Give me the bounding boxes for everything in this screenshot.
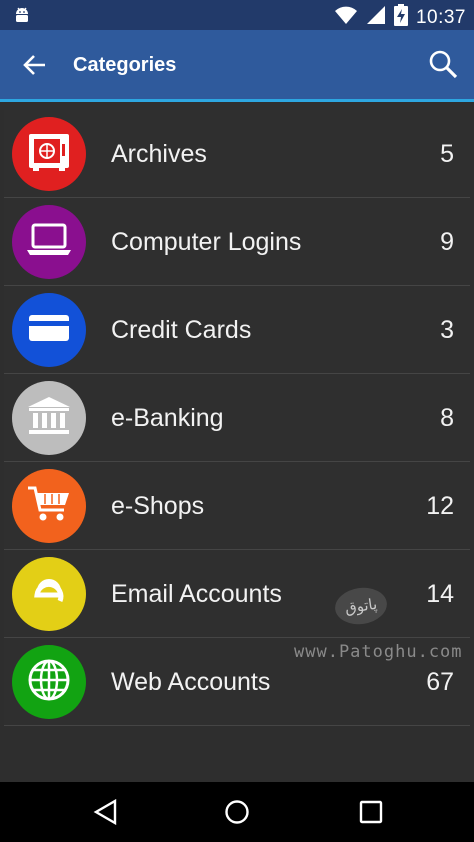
status-bar: 10:37 [0, 0, 474, 30]
android-icon [12, 5, 32, 30]
laptop-icon [26, 223, 72, 262]
credit-card-icon [28, 313, 70, 348]
category-icon-circle [12, 645, 86, 719]
category-row-archives[interactable]: Archives 5 [4, 110, 470, 198]
signal-icon [366, 5, 386, 30]
category-row-credit-cards[interactable]: Credit Cards 3 [4, 286, 470, 374]
back-triangle-icon[interactable] [93, 798, 119, 830]
category-icon-circle [12, 469, 86, 543]
system-nav-bar [0, 782, 474, 842]
category-icon-circle [12, 117, 86, 191]
category-row-e-banking[interactable]: e-Banking 8 [4, 374, 470, 462]
category-count: 14 [426, 580, 454, 608]
category-label: e-Shops [111, 492, 205, 520]
category-row-e-shops[interactable]: e-Shops 12 [4, 462, 470, 550]
safe-icon [27, 132, 71, 177]
bank-icon [27, 396, 71, 441]
category-label: Archives [111, 140, 207, 168]
category-count: 3 [440, 316, 454, 344]
category-list: Archives 5 Computer Logins 9 Credit Card… [0, 110, 474, 726]
wifi-icon [334, 5, 358, 30]
category-row-email-accounts[interactable]: Email Accounts 14 [4, 550, 470, 638]
category-label: Computer Logins [111, 228, 302, 256]
page-title: Categories [73, 54, 177, 76]
app-bar: Categories [0, 30, 474, 102]
category-icon-circle [12, 557, 86, 631]
arrow-left-icon[interactable] [22, 52, 48, 83]
category-count: 8 [440, 404, 454, 432]
battery-charging-icon [393, 4, 408, 31]
recents-square-icon[interactable] [358, 799, 384, 830]
category-icon-circle [12, 381, 86, 455]
category-icon-circle [12, 205, 86, 279]
shopping-cart-icon [27, 484, 71, 529]
category-count: 12 [426, 492, 454, 520]
home-circle-icon[interactable] [224, 799, 250, 830]
category-icon-circle [12, 293, 86, 367]
watermark-text: www.Patoghu.com [294, 642, 463, 662]
globe-icon [27, 658, 71, 707]
category-row-computer-logins[interactable]: Computer Logins 9 [4, 198, 470, 286]
category-label: Credit Cards [111, 316, 252, 344]
category-count: 5 [440, 140, 454, 168]
status-time: 10:37 [415, 6, 466, 28]
category-label: Web Accounts [111, 668, 271, 696]
search-icon[interactable] [428, 49, 458, 84]
email-e-icon [27, 570, 71, 619]
category-count: 67 [426, 668, 454, 696]
category-label: Email Accounts [111, 580, 282, 608]
category-count: 9 [440, 228, 454, 256]
category-label: e-Banking [111, 404, 224, 432]
